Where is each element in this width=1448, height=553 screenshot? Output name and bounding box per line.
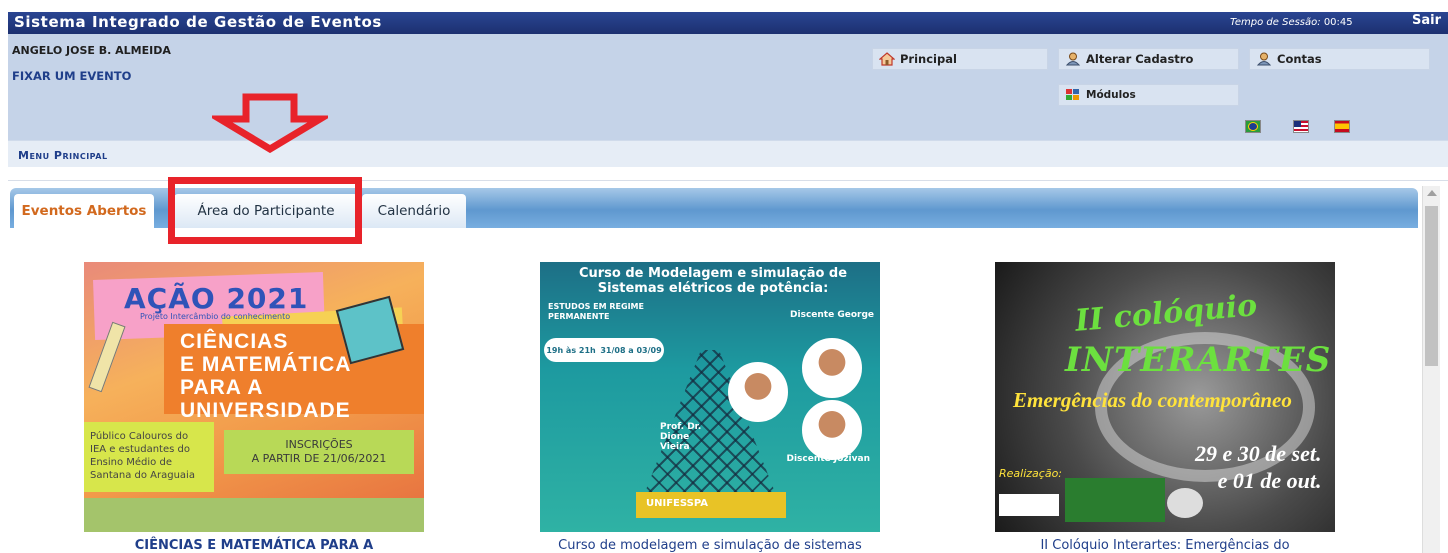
- title-bar: Sistema Integrado de Gestão de Eventos T…: [8, 12, 1448, 34]
- contas-button[interactable]: Contas: [1249, 48, 1430, 70]
- poster-headline-line: E MATEMÁTICA: [180, 353, 352, 376]
- alterar-cadastro-label: Alterar Cadastro: [1086, 52, 1194, 66]
- poster-title-line: Sistemas elétricos de potência:: [597, 281, 829, 296]
- modules-icon: [1065, 88, 1081, 102]
- poster-title-line: II colóquio: [1073, 288, 1259, 339]
- poster-title-line: Curso de Modelagem e simulação de: [578, 266, 848, 281]
- user-icon: [1065, 52, 1081, 66]
- poster-headline-line: CIÊNCIAS: [180, 330, 289, 353]
- tab-eventos-abertos[interactable]: Eventos Abertos: [14, 194, 154, 228]
- poster-audience-line: IEA e estudantes do: [90, 444, 190, 455]
- poster-audience-line: Ensino Médio de: [90, 457, 172, 468]
- poster-dates-line: 29 e 30 de set.: [1195, 441, 1322, 466]
- scroll-up-icon[interactable]: [1427, 190, 1437, 196]
- person-photo: [728, 362, 788, 422]
- poster-title: Curso de Modelagem e simulação de Sistem…: [548, 266, 878, 296]
- event-caption[interactable]: Curso de modelagem e simulação de sistem…: [500, 538, 920, 553]
- event-card[interactable]: Curso de Modelagem e simulação de Sistem…: [540, 262, 880, 553]
- event-card[interactable]: AÇÃO 2021 Projeto Intercâmbio do conheci…: [84, 262, 424, 553]
- session-time: 00:45: [1323, 17, 1353, 28]
- event-poster-image[interactable]: AÇÃO 2021 Projeto Intercâmbio do conheci…: [84, 262, 424, 532]
- poster-person-name: Prof. Dr. Dione Vieira: [660, 422, 702, 452]
- poster-registration-line: INSCRIÇÕES: [285, 438, 353, 451]
- poster-dates: 31/08 a 03/09: [600, 345, 662, 355]
- modulos-button[interactable]: Módulos: [1058, 84, 1239, 106]
- fix-event-link[interactable]: FIXAR UM EVENTO: [12, 69, 131, 83]
- poster-dates-line: e 01 de out.: [1217, 468, 1322, 493]
- poster-headline: CIÊNCIAS E MATEMÁTICA PARA A UNIVERSIDAD…: [180, 330, 424, 422]
- poster-headline-line: PARA A UNIVERSIDADE: [180, 376, 351, 422]
- principal-button[interactable]: Principal: [872, 48, 1048, 70]
- annotation-arrow-icon: [212, 93, 328, 153]
- event-caption[interactable]: CIÊNCIAS E MATEMÁTICA PARA A: [44, 538, 464, 553]
- poster-logo: [999, 494, 1059, 516]
- brazil-flag-icon[interactable]: [1245, 120, 1261, 133]
- poster-audience: Público Calouros do IEA e estudantes do …: [90, 430, 195, 482]
- menu-title: Menu Principal: [18, 149, 108, 162]
- poster-title: AÇÃO 2021: [124, 282, 309, 315]
- spain-flag-icon[interactable]: [1334, 120, 1350, 133]
- poster-footer: Realização:: [999, 467, 1063, 480]
- poster-subtitle-line: ESTUDOS EM REGIME: [548, 302, 644, 311]
- poster-title-line: INTERARTES: [1065, 340, 1332, 380]
- alterar-cadastro-button[interactable]: Alterar Cadastro: [1058, 48, 1239, 70]
- user-name: ANGELO JOSE B. ALMEIDA: [12, 44, 171, 57]
- person-photo: [802, 400, 862, 460]
- poster-logo: [1065, 478, 1165, 522]
- poster-subtitle-line: PERMANENTE: [548, 312, 610, 321]
- principal-label: Principal: [900, 52, 957, 66]
- annotation-highlight-box: [168, 177, 362, 244]
- logout-link[interactable]: Sair: [1412, 13, 1441, 28]
- contas-label: Contas: [1277, 52, 1322, 66]
- vertical-scrollbar[interactable]: [1422, 186, 1440, 553]
- poster-logo: UNIFESSPA: [636, 492, 786, 518]
- poster-person-name: Discente George: [790, 310, 874, 320]
- event-card[interactable]: II colóquio INTERARTES Emergências do co…: [995, 262, 1335, 553]
- events-list: AÇÃO 2021 Projeto Intercâmbio do conheci…: [0, 228, 1422, 553]
- poster-subtitle: Emergências do contemporâneo: [1013, 388, 1292, 412]
- poster-audience-line: Santana do Araguaia: [90, 470, 195, 481]
- poster-subtitle: ESTUDOS EM REGIME PERMANENTE: [548, 302, 644, 322]
- poster-subtitle: Projeto Intercâmbio do conhecimento: [140, 312, 291, 321]
- poster-registration-line: A PARTIR DE 21/06/2021: [251, 452, 387, 465]
- session-timer: Tempo de Sessão: 00:45: [1230, 17, 1353, 28]
- person-photo: [802, 338, 862, 398]
- event-poster-image[interactable]: Curso de Modelagem e simulação de Sistem…: [540, 262, 880, 532]
- session-label: Tempo de Sessão:: [1230, 17, 1321, 28]
- app-title: Sistema Integrado de Gestão de Eventos: [14, 13, 382, 31]
- scrollbar-thumb[interactable]: [1425, 206, 1438, 366]
- home-icon: [878, 52, 896, 66]
- poster-dates: 29 e 30 de set. e 01 de out.: [1195, 440, 1321, 494]
- poster-registration: INSCRIÇÕES A PARTIR DE 21/06/2021: [234, 438, 404, 466]
- page: Sistema Integrado de Gestão de Eventos T…: [0, 0, 1448, 553]
- poster-person-name: Discente Jozivan: [786, 454, 870, 464]
- poster-schedule: 19h às 21h 31/08 a 03/09: [544, 338, 664, 362]
- modulos-label: Módulos: [1086, 89, 1136, 101]
- poster-time: 19h às 21h: [546, 345, 596, 355]
- usa-flag-icon[interactable]: [1293, 120, 1309, 133]
- event-poster-image[interactable]: II colóquio INTERARTES Emergências do co…: [995, 262, 1335, 532]
- user-icon: [1256, 52, 1272, 66]
- poster-logos-strip: [84, 498, 424, 532]
- event-caption[interactable]: II Colóquio Interartes: Emergências do: [955, 538, 1375, 553]
- poster-logo: [1167, 488, 1203, 518]
- poster-audience-line: Público Calouros do: [90, 431, 189, 442]
- tab-calendario[interactable]: Calendário: [362, 194, 466, 228]
